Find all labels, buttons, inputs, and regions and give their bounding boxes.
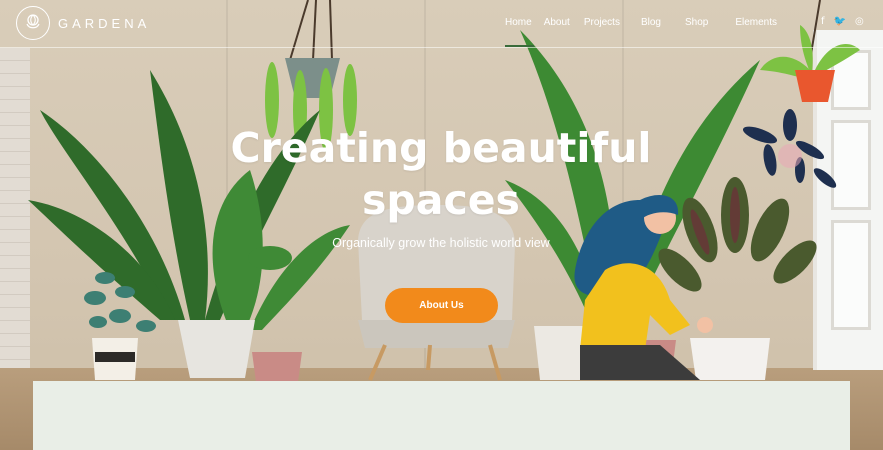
content-panel <box>33 381 850 450</box>
hero-title-line-2: spaces <box>362 176 520 224</box>
twitter-icon[interactable]: 🐦 <box>834 16 846 27</box>
rose-icon <box>16 6 50 40</box>
hero-title: Creating beautiful spaces <box>200 122 682 226</box>
hero-title-line-1: Creating beautiful <box>230 124 652 172</box>
nav-item-home[interactable]: Home <box>505 17 534 47</box>
nav-item-elements[interactable]: Elements <box>735 17 777 28</box>
instagram-icon[interactable]: ◎ <box>855 16 864 27</box>
hero-subtitle: Organically grow the holistic world view <box>332 236 550 250</box>
brand-name: GARDENA <box>58 15 151 31</box>
main-nav: Home About Projects Blog Shop Elements <box>505 17 777 47</box>
social-links: f 🐦 ◎ <box>821 16 864 27</box>
nav-item-about[interactable]: About <box>544 17 570 28</box>
facebook-icon[interactable]: f <box>821 16 825 27</box>
about-us-button[interactable]: About Us <box>385 288 498 323</box>
nav-item-shop[interactable]: Shop <box>685 17 708 28</box>
brand-logo[interactable]: GARDENA <box>16 6 150 40</box>
site-header: GARDENA Home About Projects Blog Shop El… <box>0 0 883 48</box>
nav-item-projects[interactable]: Projects <box>584 17 620 28</box>
nav-item-blog[interactable]: Blog <box>641 17 661 28</box>
